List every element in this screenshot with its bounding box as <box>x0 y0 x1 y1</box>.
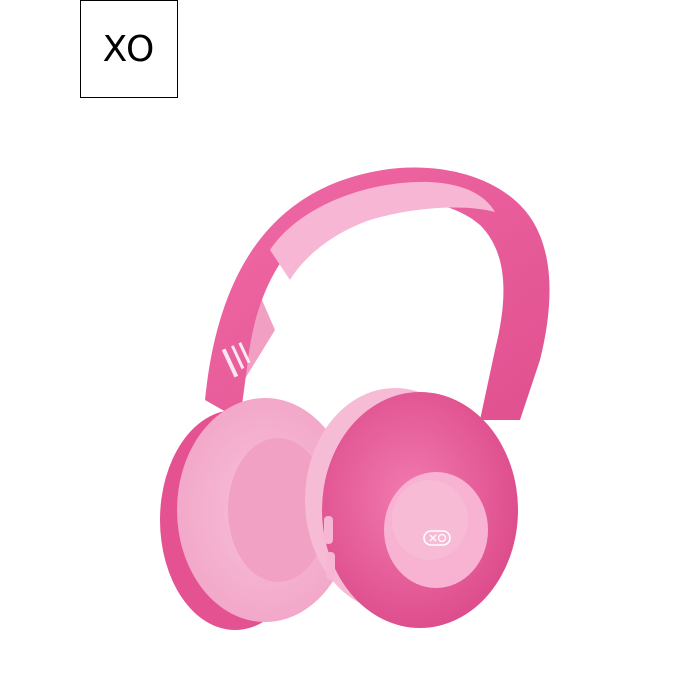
cup-button-upper <box>324 516 333 544</box>
product-page: XO <box>0 0 700 700</box>
headphones-icon <box>160 167 550 630</box>
headband-cushion <box>270 181 495 280</box>
cup-button-lower <box>326 552 335 580</box>
right-ear-cup-face-highlight <box>392 480 468 560</box>
